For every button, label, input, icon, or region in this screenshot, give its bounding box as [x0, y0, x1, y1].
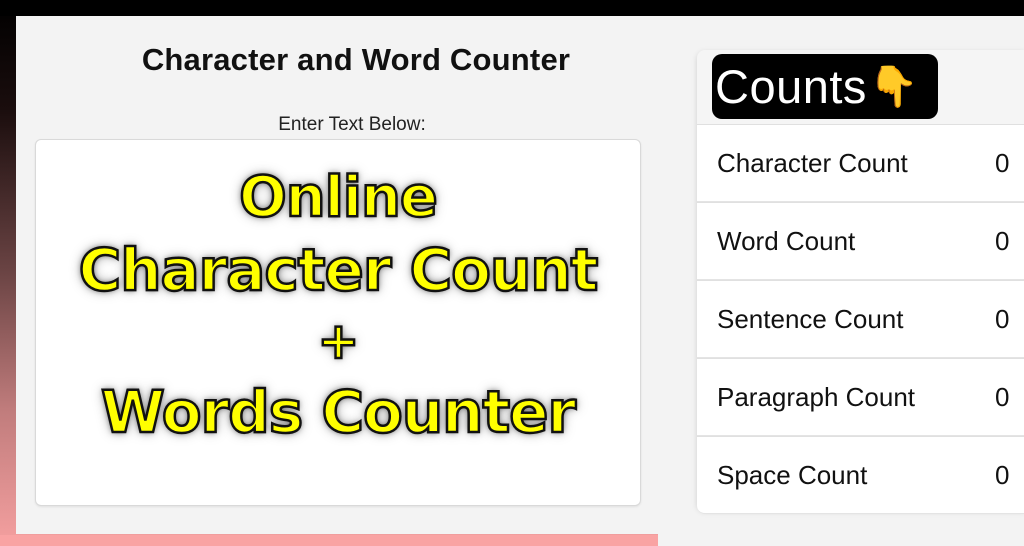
input-label: Enter Text Below: — [278, 114, 426, 135]
banner-overlay-text: Online Character Count + Words Counter — [36, 162, 640, 448]
count-value: 0 — [945, 359, 1024, 436]
count-label: Paragraph Count — [697, 359, 945, 436]
count-label: Word Count — [697, 203, 945, 280]
counts-header: Counts 👇 — [712, 54, 938, 119]
count-value: 0 — [945, 437, 1024, 514]
banner-line: Words Counter — [100, 377, 578, 448]
counter-panel: Character and Word Counter Enter Text Be… — [16, 16, 658, 534]
table-row: Character Count 0 — [697, 124, 1024, 202]
count-value: 0 — [945, 203, 1024, 280]
counts-table: Character Count 0 Word Count 0 Sentence … — [697, 124, 1024, 514]
count-value: 0 — [945, 281, 1024, 358]
page-title: Character and Word Counter — [141, 42, 571, 77]
top-border-right — [600, 0, 1024, 16]
text-input-area[interactable]: Online Character Count + Words Counter — [35, 139, 641, 506]
count-label: Space Count — [697, 437, 945, 514]
table-row: Word Count 0 — [697, 202, 1024, 280]
banner-line: Online — [238, 164, 439, 232]
banner-line: + — [316, 311, 360, 372]
table-row: Space Count 0 — [697, 436, 1024, 514]
table-row: Sentence Count 0 — [697, 280, 1024, 358]
count-label: Sentence Count — [697, 281, 945, 358]
counts-title: Counts — [715, 60, 867, 113]
count-value: 0 — [945, 125, 1024, 202]
banner-line: Character Count — [77, 235, 599, 306]
pointing-down-icon: 👇 — [868, 64, 919, 109]
count-label: Character Count — [697, 125, 945, 202]
table-row: Paragraph Count 0 — [697, 358, 1024, 436]
